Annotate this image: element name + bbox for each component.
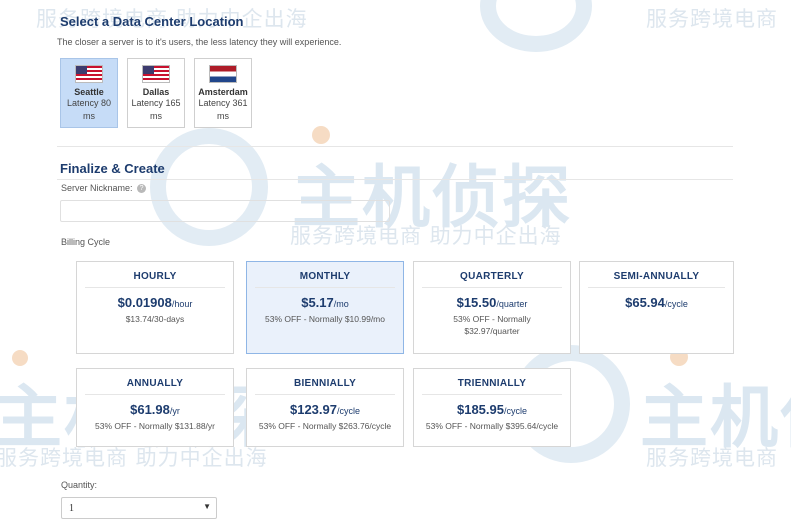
server-nickname-input[interactable] bbox=[60, 200, 390, 222]
location-name: Amsterdam bbox=[198, 87, 248, 97]
plan-price: $65.94/cycle bbox=[580, 295, 733, 310]
watermark-brand: 主机侦探 bbox=[640, 379, 791, 458]
plan-divider bbox=[85, 287, 225, 288]
plan-note: 53% OFF - Normally $10.99/mo bbox=[247, 313, 403, 325]
plan-note-line: 53% OFF - Normally $263.76/cycle bbox=[258, 421, 392, 431]
plan-price-amount: $185.95 bbox=[456, 402, 504, 417]
plan-note-line: 53% OFF - Normally bbox=[453, 314, 531, 324]
quantity-select[interactable]: 1 ▼ bbox=[61, 497, 217, 519]
plan-price-period: /cycle bbox=[336, 406, 360, 416]
watermark-small: 服务跨境电商 bbox=[646, 446, 778, 470]
plan-card-annually[interactable]: ANNUALLY $61.98/yr 53% OFF - Normally $1… bbox=[76, 368, 234, 447]
plan-price-amount: $61.98 bbox=[130, 402, 170, 417]
plan-note: 53% OFF - Normally $131.88/yr bbox=[77, 420, 233, 432]
plan-price-amount: $5.17 bbox=[301, 295, 334, 310]
plan-name: BIENNIALLY bbox=[293, 378, 357, 389]
watermark-brand: 主机侦探 bbox=[292, 159, 573, 238]
plan-price-amount: $65.94 bbox=[625, 295, 665, 310]
plan-name: TRIENNIALLY bbox=[457, 378, 527, 389]
chevron-down-icon: ▼ bbox=[203, 502, 211, 511]
location-subtitle: The closer a server is to it's users, th… bbox=[57, 37, 342, 47]
location-name: Dallas bbox=[142, 87, 170, 97]
plan-divider bbox=[255, 394, 395, 395]
plan-price-period: /cycle bbox=[503, 406, 527, 416]
plan-note-line: 53% OFF - Normally $395.64/cycle bbox=[425, 421, 559, 431]
nickname-label: Server Nickname: ? bbox=[61, 183, 147, 194]
plan-note: $13.74/30-days bbox=[77, 313, 233, 325]
quantity-label: Quantity: bbox=[61, 480, 98, 490]
plan-price-period: /yr bbox=[169, 406, 180, 416]
location-latency: Latency 361 ms bbox=[198, 98, 248, 121]
plan-name: SEMI-ANNUALLY bbox=[613, 271, 700, 282]
plan-divider bbox=[85, 394, 225, 395]
plan-price: $5.17/mo bbox=[247, 295, 403, 310]
plan-note: 53% OFF - Normally $263.76/cycle bbox=[247, 420, 403, 432]
plan-note: 53% OFF - Normally $32.97/quarter bbox=[414, 313, 570, 337]
plan-divider bbox=[422, 394, 562, 395]
plan-price-amount: $123.97 bbox=[289, 402, 337, 417]
plan-price: $123.97/cycle bbox=[247, 402, 403, 417]
plan-name: MONTHLY bbox=[299, 271, 351, 282]
nickname-label-text: Server Nickname: bbox=[61, 183, 133, 193]
plan-name: HOURLY bbox=[133, 271, 177, 282]
plan-price: $61.98/yr bbox=[77, 402, 233, 417]
plan-card-monthly[interactable]: MONTHLY $5.17/mo 53% OFF - Normally $10.… bbox=[246, 261, 404, 354]
location-option-dallas[interactable]: Dallas Latency 165 ms bbox=[127, 58, 185, 128]
help-icon[interactable]: ? bbox=[137, 184, 147, 194]
location-option-amsterdam[interactable]: Amsterdam Latency 361 ms bbox=[194, 58, 252, 128]
location-title: Select a Data Center Location bbox=[60, 14, 244, 29]
plan-card-quarterly[interactable]: QUARTERLY $15.50/quarter 53% OFF - Norma… bbox=[413, 261, 571, 354]
watermark-slogan: 服务跨境电商 助力中企出海 bbox=[290, 224, 562, 248]
plan-price-period: /quarter bbox=[496, 299, 528, 309]
location-latency: Latency 165 ms bbox=[131, 98, 181, 121]
plan-price-period: /hour bbox=[171, 299, 193, 309]
plan-card-triennially[interactable]: TRIENNIALLY $185.95/cycle 53% OFF - Norm… bbox=[413, 368, 571, 447]
finalize-title: Finalize & Create bbox=[60, 161, 165, 176]
plan-note-line: 53% OFF - Normally $131.88/yr bbox=[95, 421, 215, 431]
plan-card-semi-annually[interactable]: SEMI-ANNUALLY $65.94/cycle bbox=[579, 261, 734, 354]
plan-price: $15.50/quarter bbox=[414, 295, 570, 310]
watermark-dot-icon bbox=[312, 126, 330, 144]
plan-note-line: 53% OFF - Normally $10.99/mo bbox=[265, 314, 385, 324]
plan-price-amount: $15.50 bbox=[456, 295, 497, 310]
location-option-seattle[interactable]: Seattle Latency 80 ms bbox=[60, 58, 118, 128]
plan-price-amount: $0.01908 bbox=[117, 295, 172, 310]
plan-note-line: $32.97/quarter bbox=[464, 326, 520, 336]
plan-name: ANNUALLY bbox=[126, 378, 184, 389]
location-name: Seattle bbox=[74, 87, 104, 97]
plan-price: $0.01908/hour bbox=[77, 295, 233, 310]
plan-name: QUARTERLY bbox=[459, 271, 524, 282]
plan-divider bbox=[588, 287, 725, 288]
watermark-small: 服务跨境电商 bbox=[646, 7, 778, 31]
plan-divider bbox=[422, 287, 562, 288]
us-flag-icon bbox=[142, 65, 170, 83]
plan-price: $185.95/cycle bbox=[414, 402, 570, 417]
plan-note: 53% OFF - Normally $395.64/cycle bbox=[414, 420, 570, 432]
watermark-dot-icon bbox=[12, 350, 28, 366]
quantity-value: 1 bbox=[69, 503, 74, 514]
section-divider bbox=[57, 179, 733, 180]
location-latency: Latency 80 ms bbox=[66, 98, 112, 121]
plan-divider bbox=[255, 287, 395, 288]
watermark-logo-ring-icon bbox=[480, 0, 592, 52]
plan-card-hourly[interactable]: HOURLY $0.01908/hour $13.74/30-days bbox=[76, 261, 234, 354]
section-divider bbox=[57, 146, 733, 147]
billing-cycle-label: Billing Cycle bbox=[61, 237, 111, 247]
plan-note-line: $13.74/30-days bbox=[125, 314, 185, 324]
us-flag-icon bbox=[75, 65, 103, 83]
plan-price-period: /mo bbox=[333, 299, 349, 309]
nl-flag-icon bbox=[209, 65, 237, 83]
plan-price-period: /cycle bbox=[664, 299, 688, 309]
plan-card-biennially[interactable]: BIENNIALLY $123.97/cycle 53% OFF - Norma… bbox=[246, 368, 404, 447]
